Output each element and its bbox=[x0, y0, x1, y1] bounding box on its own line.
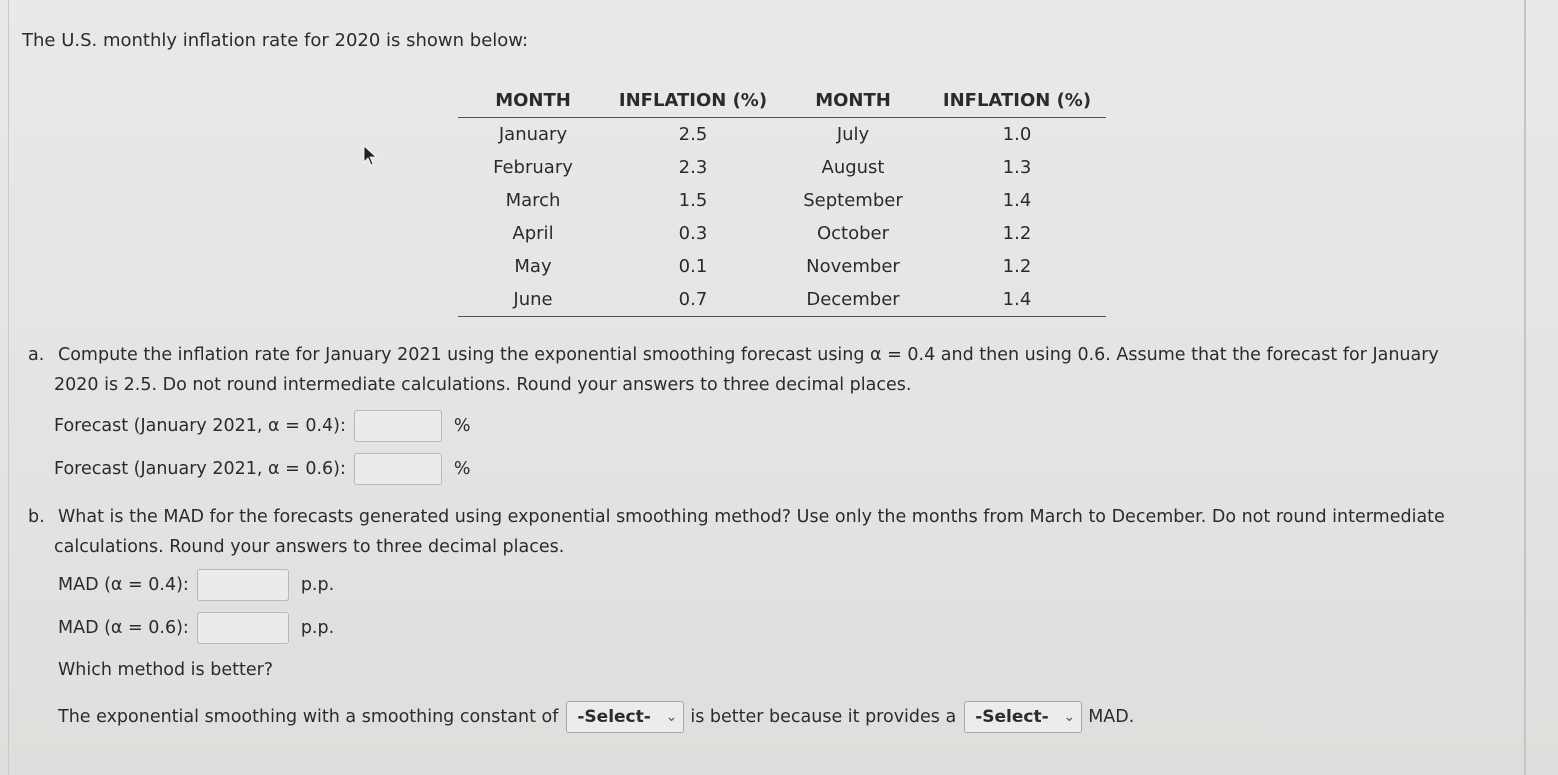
header-inflation-2: INFLATION (%) bbox=[928, 86, 1106, 118]
table-row: January 2.5 July 1.0 bbox=[458, 118, 1106, 152]
forecast-06-unit: % bbox=[453, 459, 471, 479]
question-a-text-line1: Compute the inflation rate for January 2… bbox=[58, 345, 1439, 365]
header-month-1: MONTH bbox=[458, 86, 608, 118]
intro-text: The U.S. monthly inflation rate for 2020… bbox=[22, 30, 529, 51]
forecast-04-row: Forecast (January 2021, α = 0.4): % bbox=[54, 410, 471, 442]
forecast-06-label: Forecast (January 2021, α = 0.6): bbox=[54, 459, 346, 479]
smoothing-constant-select[interactable]: -Select- ⌄ bbox=[566, 701, 685, 733]
mad-06-row: MAD (α = 0.6): p.p. bbox=[58, 612, 334, 644]
month-cell: August bbox=[821, 157, 885, 178]
table-row: February 2.3 August 1.3 bbox=[458, 151, 1106, 184]
month-cell: January bbox=[498, 124, 568, 145]
forecast-04-label: Forecast (January 2021, α = 0.4): bbox=[54, 416, 346, 436]
mad-comparison-select-value: -Select- bbox=[975, 707, 1049, 727]
month-cell: November bbox=[806, 256, 900, 277]
table-row: March 1.5 September 1.4 bbox=[458, 184, 1106, 217]
month-cell: February bbox=[493, 157, 573, 178]
sentence-post: MAD. bbox=[1088, 707, 1135, 727]
chevron-down-icon: ⌄ bbox=[1063, 709, 1076, 725]
question-b: b. What is the MAD for the forecasts gene… bbox=[28, 502, 1528, 562]
inflation-cell: 1.3 bbox=[1002, 157, 1032, 178]
question-b-label: b. bbox=[28, 507, 45, 527]
inflation-cell: 1.0 bbox=[1002, 124, 1032, 145]
mad-04-label: MAD (α = 0.4): bbox=[58, 575, 189, 595]
inflation-cell: 0.7 bbox=[608, 283, 778, 317]
mad-06-label: MAD (α = 0.6): bbox=[58, 618, 189, 638]
inflation-cell: 0.1 bbox=[678, 256, 708, 277]
mad-06-input[interactable] bbox=[196, 612, 289, 644]
inflation-table: MONTH INFLATION (%) MONTH INFLATION (%) … bbox=[458, 86, 1106, 317]
table-row: May 0.1 November 1.2 bbox=[458, 250, 1106, 283]
sentence-pre: The exponential smoothing with a smoothi… bbox=[58, 707, 559, 727]
inflation-cell: 2.3 bbox=[678, 157, 708, 178]
inflation-cell: 1.2 bbox=[1002, 223, 1032, 244]
mad-04-row: MAD (α = 0.4): p.p. bbox=[58, 569, 334, 601]
forecast-04-unit: % bbox=[453, 416, 471, 436]
conclusion-sentence: The exponential smoothing with a smoothi… bbox=[58, 701, 1134, 733]
mad-06-unit: p.p. bbox=[300, 618, 335, 638]
mad-04-unit: p.p. bbox=[300, 575, 335, 595]
mad-04-input[interactable] bbox=[196, 569, 289, 601]
inflation-cell: 1.4 bbox=[928, 283, 1106, 317]
question-a-text-line2: 2020 is 2.5. Do not round intermediate c… bbox=[54, 375, 912, 395]
inflation-cell: 0.3 bbox=[678, 223, 708, 244]
chevron-down-icon: ⌄ bbox=[665, 709, 678, 725]
inflation-cell: 2.5 bbox=[678, 124, 708, 145]
forecast-04-input[interactable] bbox=[353, 410, 442, 442]
smoothing-constant-select-value: -Select- bbox=[577, 707, 651, 727]
inflation-cell: 1.4 bbox=[1002, 190, 1032, 211]
header-inflation-1: INFLATION (%) bbox=[608, 86, 778, 118]
month-cell: April bbox=[512, 223, 554, 244]
header-month-2: MONTH bbox=[778, 86, 928, 118]
page-border-left bbox=[8, 0, 9, 775]
forecast-06-input[interactable] bbox=[353, 453, 442, 485]
month-cell: May bbox=[514, 256, 552, 277]
mouse-cursor-icon bbox=[363, 145, 378, 166]
table-header-row: MONTH INFLATION (%) MONTH INFLATION (%) bbox=[458, 86, 1106, 118]
mad-comparison-select[interactable]: -Select- ⌄ bbox=[964, 701, 1083, 733]
which-method-question: Which method is better? bbox=[58, 660, 274, 680]
sentence-mid: is better because it provides a bbox=[690, 707, 957, 727]
question-b-text-line2: calculations. Round your answers to thre… bbox=[54, 537, 565, 557]
month-cell: December bbox=[778, 283, 928, 317]
table-row: June 0.7 December 1.4 bbox=[458, 283, 1106, 317]
table-row: April 0.3 October 1.2 bbox=[458, 217, 1106, 250]
inflation-cell: 1.2 bbox=[1002, 256, 1032, 277]
month-cell: March bbox=[505, 190, 561, 211]
question-a: a. Compute the inflation rate for January… bbox=[28, 340, 1528, 400]
question-a-label: a. bbox=[28, 345, 45, 365]
month-cell: October bbox=[816, 223, 890, 244]
inflation-cell: 1.5 bbox=[678, 190, 708, 211]
forecast-06-row: Forecast (January 2021, α = 0.6): % bbox=[54, 453, 471, 485]
month-cell: September bbox=[803, 190, 903, 211]
month-cell: June bbox=[458, 283, 608, 317]
question-b-text-line1: What is the MAD for the forecasts genera… bbox=[58, 507, 1445, 527]
month-cell: July bbox=[836, 124, 870, 145]
